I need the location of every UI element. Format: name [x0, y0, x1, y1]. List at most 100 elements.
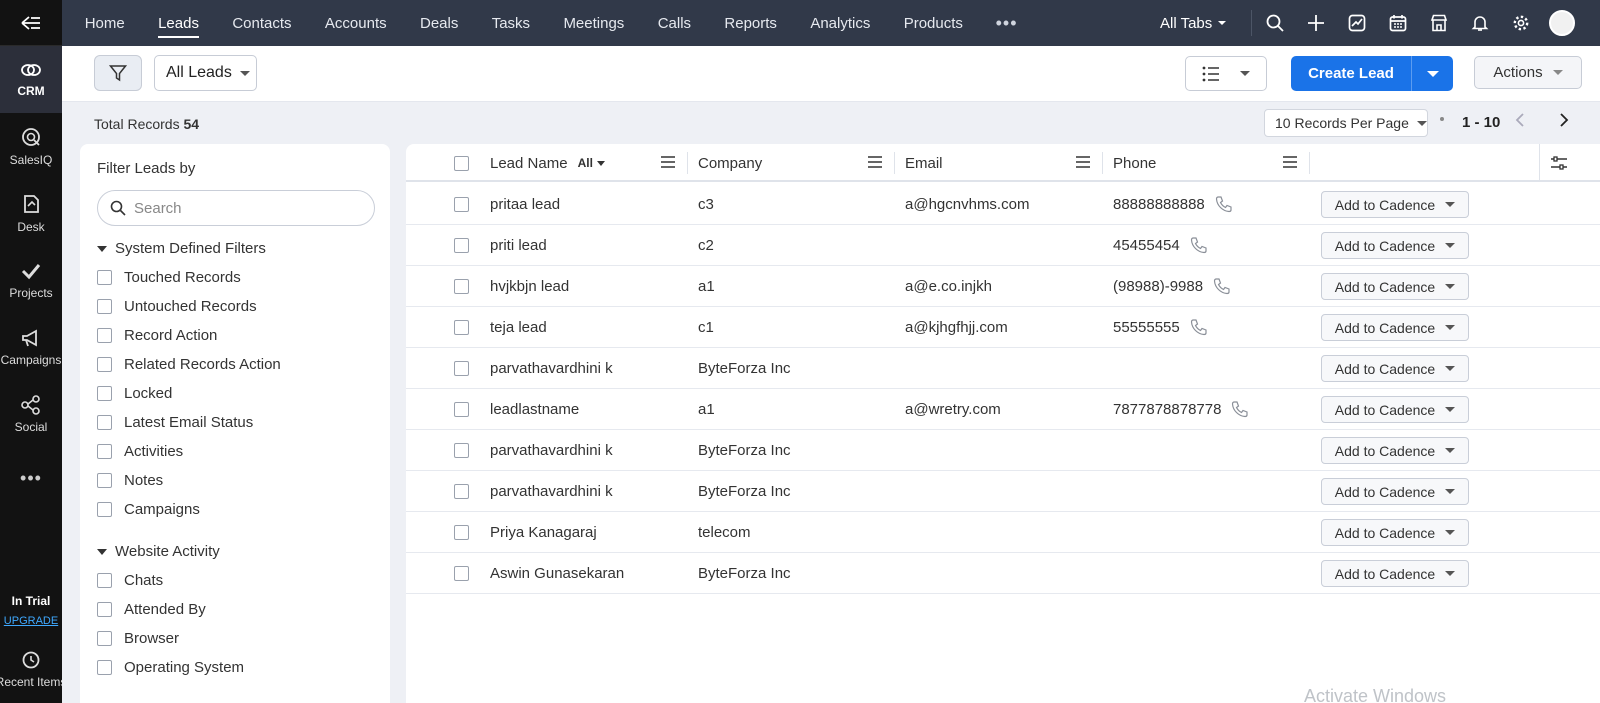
row-checkbox[interactable] [454, 238, 469, 253]
add-to-cadence-button[interactable]: Add to Cadence [1321, 478, 1469, 505]
collapse-menu-button[interactable] [0, 0, 62, 46]
add-to-cadence-button[interactable]: Add to Cadence [1321, 314, 1469, 341]
email[interactable]: a@wretry.com [905, 401, 1001, 418]
column-menu-icon[interactable] [868, 156, 882, 168]
rail-item-crm[interactable]: CRM [0, 46, 62, 113]
filter-campaigns[interactable]: Campaigns [97, 501, 200, 518]
next-page-button[interactable] [1556, 112, 1570, 132]
rail-item-campaigns[interactable]: Campaigns [0, 314, 62, 381]
rail-item-projects[interactable]: Projects [0, 247, 62, 314]
tab-leads[interactable]: Leads [141, 0, 215, 46]
table-row[interactable]: parvathavardhini k ByteForza Inc Add to Ca… [406, 348, 1600, 389]
filter-attended-by[interactable]: Attended By [97, 601, 206, 618]
table-row[interactable]: pritaa lead c3 a@hgcnvhms.com 88888888888 Ad… [406, 184, 1600, 225]
add-to-cadence-button[interactable]: Add to Cadence [1321, 355, 1469, 382]
row-checkbox[interactable] [454, 197, 469, 212]
lead-name-cell[interactable]: pritaa lead [490, 184, 560, 224]
email[interactable]: a@hgcnvhms.com [905, 196, 1029, 213]
checkbox[interactable] [97, 415, 112, 430]
lead-name[interactable]: parvathavardhini k [490, 483, 613, 500]
system-filters-toggle[interactable]: System Defined Filters [97, 240, 266, 257]
filter-browser[interactable]: Browser [97, 630, 179, 647]
filter-locked[interactable]: Locked [97, 385, 172, 402]
all-tabs-dropdown[interactable]: All Tabs [1160, 0, 1227, 46]
create-lead-button[interactable]: Create Lead [1291, 56, 1411, 91]
lead-name-cell[interactable]: parvathavardhini k [490, 430, 613, 470]
lead-name-cell[interactable]: hvjkbjn lead [490, 266, 569, 306]
calendar-button[interactable] [1377, 0, 1418, 46]
phone-icon[interactable] [1231, 400, 1249, 418]
lead-name[interactable]: leadlastname [490, 401, 579, 418]
website-activity-toggle[interactable]: Website Activity [97, 543, 220, 560]
previous-page-button[interactable] [1514, 112, 1528, 132]
column-menu-icon[interactable] [1076, 156, 1090, 168]
filter-operating-system[interactable]: Operating System [97, 659, 244, 676]
add-to-cadence-button[interactable]: Add to Cadence [1321, 560, 1469, 587]
filter-activities[interactable]: Activities [97, 443, 183, 460]
tab-analytics[interactable]: Analytics [794, 0, 887, 46]
table-row[interactable]: hvjkbjn lead a1 a@e.co.injkh (98988)-9988 Ad… [406, 266, 1600, 307]
lead-name-cell[interactable]: teja lead [490, 307, 547, 347]
marketplace-button[interactable] [1418, 0, 1459, 46]
filter-latest-email-status[interactable]: Latest Email Status [97, 414, 253, 431]
table-row[interactable]: Priya Kanagaraj telecom Add to Cadence [406, 512, 1600, 553]
email[interactable]: a@kjhgfhjj.com [905, 319, 1008, 336]
lead-name[interactable]: parvathavardhini k [490, 360, 613, 377]
avatar[interactable] [1549, 10, 1575, 36]
upgrade-link[interactable]: UPGRADE [0, 615, 62, 627]
tab-accounts[interactable]: Accounts [308, 0, 403, 46]
create-lead-options-button[interactable] [1411, 56, 1453, 91]
recent-items-button[interactable]: Recent Items [0, 650, 62, 689]
search-button[interactable] [1254, 0, 1295, 46]
add-to-cadence-button[interactable]: Add to Cadence [1321, 437, 1469, 464]
lead-name-cell[interactable]: Aswin Gunasekaran [490, 553, 624, 593]
row-checkbox[interactable] [454, 320, 469, 335]
filter-related-records-action[interactable]: Related Records Action [97, 356, 281, 373]
row-checkbox[interactable] [454, 402, 469, 417]
filter-toggle-button[interactable] [94, 55, 142, 91]
tab-deals[interactable]: Deals [403, 0, 475, 46]
lead-name[interactable]: Aswin Gunasekaran [490, 565, 624, 582]
rail-item-desk[interactable]: Desk [0, 180, 62, 247]
checkbox[interactable] [97, 328, 112, 343]
table-row[interactable]: parvathavardhini k ByteForza Inc Add to Ca… [406, 430, 1600, 471]
filter-record-action[interactable]: Record Action [97, 327, 217, 344]
lead-name-cell[interactable]: leadlastname [490, 389, 579, 429]
column-phone[interactable]: Phone [1113, 144, 1156, 182]
add-to-cadence-button[interactable]: Add to Cadence [1321, 396, 1469, 423]
row-checkbox[interactable] [454, 484, 469, 499]
select-all-checkbox[interactable] [454, 156, 469, 171]
table-row[interactable]: leadlastname a1 a@wretry.com 7877878878778 A… [406, 389, 1600, 430]
tab-products[interactable]: Products [887, 0, 980, 46]
checkbox[interactable] [97, 357, 112, 372]
row-checkbox[interactable] [454, 566, 469, 581]
lead-name-cell[interactable]: parvathavardhini k [490, 348, 613, 388]
rail-more-button[interactable]: ••• [0, 468, 62, 489]
actions-dropdown[interactable]: Actions [1474, 56, 1582, 89]
filter-chats[interactable]: Chats [97, 572, 163, 589]
rail-item-social[interactable]: Social [0, 381, 62, 448]
lead-name-cell[interactable]: Priya Kanagaraj [490, 512, 597, 552]
row-checkbox[interactable] [454, 361, 469, 376]
checkbox[interactable] [97, 473, 112, 488]
notifications-button[interactable] [1459, 0, 1500, 46]
settings-button[interactable] [1500, 0, 1541, 46]
filter-search-input[interactable]: Search [97, 190, 375, 226]
add-to-cadence-button[interactable]: Add to Cadence [1321, 191, 1469, 218]
checkbox[interactable] [97, 299, 112, 314]
checkbox[interactable] [97, 386, 112, 401]
email[interactable]: a@e.co.injkh [905, 278, 992, 295]
table-row[interactable]: Aswin Gunasekaran ByteForza Inc Add to Cad… [406, 553, 1600, 594]
lead-name-cell[interactable]: parvathavardhini k [490, 471, 613, 511]
tab-calls[interactable]: Calls [641, 0, 708, 46]
row-checkbox[interactable] [454, 443, 469, 458]
column-settings-icon[interactable] [1551, 156, 1567, 170]
phone-icon[interactable] [1215, 195, 1233, 213]
tab-meetings[interactable]: Meetings [547, 0, 641, 46]
signals-button[interactable] [1336, 0, 1377, 46]
column-menu-icon[interactable] [661, 156, 675, 168]
tab-contacts[interactable]: Contacts [216, 0, 309, 46]
checkbox[interactable] [97, 573, 112, 588]
add-to-cadence-button[interactable]: Add to Cadence [1321, 519, 1469, 546]
lead-name[interactable]: hvjkbjn lead [490, 278, 569, 295]
